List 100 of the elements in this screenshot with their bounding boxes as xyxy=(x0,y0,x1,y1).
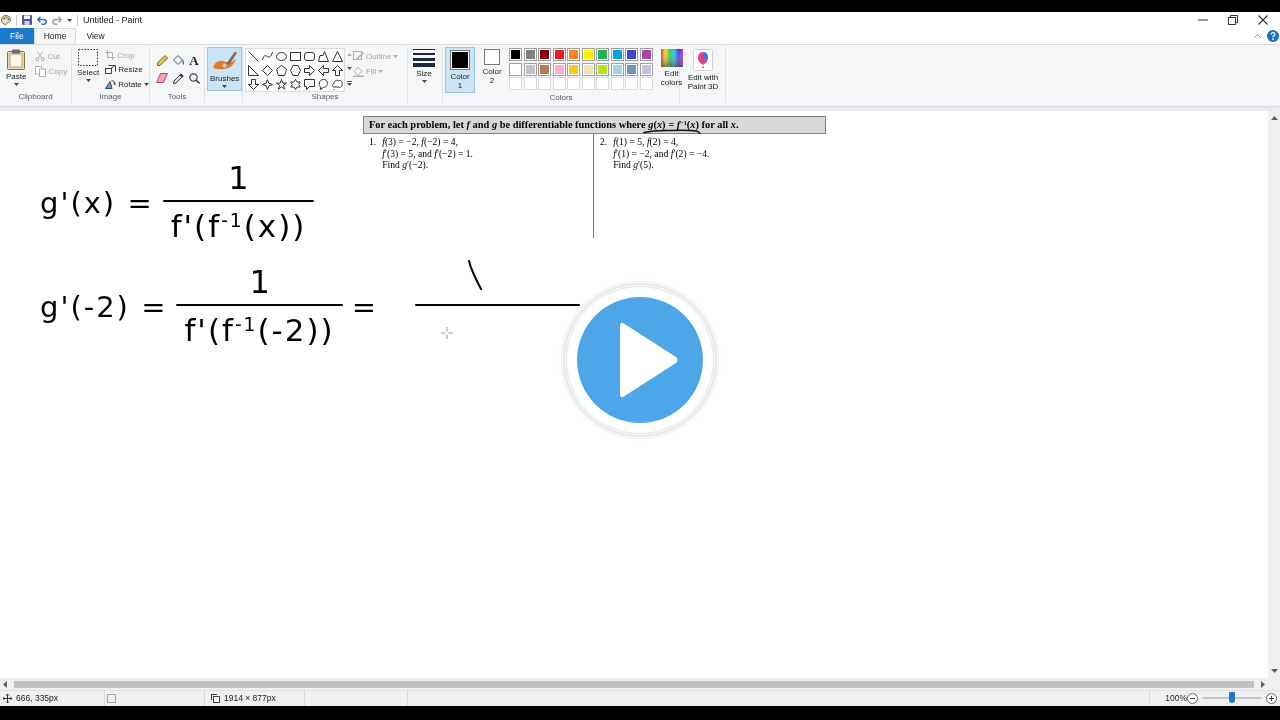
scroll-down-icon[interactable] xyxy=(346,66,352,70)
line-icon[interactable] xyxy=(247,50,259,62)
save-icon[interactable] xyxy=(22,15,32,25)
right-arrow-icon[interactable] xyxy=(303,64,315,76)
restore-icon[interactable] xyxy=(1228,15,1238,25)
color-drop-icon xyxy=(693,49,713,71)
rectangle-callout-icon[interactable] xyxy=(303,78,315,90)
edit-colors-button[interactable]: Edit colors xyxy=(657,49,686,87)
color-swatch-icon[interactable] xyxy=(538,62,551,76)
brushes-button[interactable]: Brushes xyxy=(207,47,243,91)
color-swatch-icon[interactable] xyxy=(552,48,566,61)
handwritten-text: g'(-2) = xyxy=(40,290,168,324)
handwritten-numerator: 1 xyxy=(228,162,249,194)
rotate-icon xyxy=(105,79,117,89)
cloud-callout-icon[interactable] xyxy=(331,78,343,90)
scrollbar-thumb[interactable] xyxy=(14,680,1254,688)
handwritten-denominator: f'(f$^{-1}$(-2)) xyxy=(184,312,335,348)
clipboard-icon xyxy=(7,49,26,70)
problem-text: f′(3) = 5, and f′(−2) = 1. xyxy=(382,147,473,160)
color-swatch-icon[interactable] xyxy=(523,48,537,61)
rectangle-icon[interactable] xyxy=(289,50,301,62)
color-slot-button[interactable]: Color 2 xyxy=(480,49,504,85)
color-swatch-icon[interactable] xyxy=(552,62,566,76)
oval-icon[interactable] xyxy=(275,50,287,62)
caret-icon xyxy=(13,83,19,86)
text-tool-button[interactable]: A xyxy=(189,54,199,66)
caret-icon xyxy=(421,80,427,83)
ribbon-tab[interactable]: Home xyxy=(33,28,77,44)
size-button[interactable]: Size xyxy=(413,49,435,83)
up-arrow-icon[interactable] xyxy=(331,64,343,76)
color-swatch-icon[interactable] xyxy=(610,48,624,61)
five-point-star-icon[interactable] xyxy=(275,78,287,90)
zoom-out-icon[interactable] xyxy=(1187,692,1198,704)
play-button-icon[interactable] xyxy=(565,285,715,435)
diamond-icon[interactable] xyxy=(261,64,273,76)
underline-stroke-icon xyxy=(643,129,701,134)
redo-icon[interactable] xyxy=(52,15,62,25)
color-slot-button[interactable]: Color 1 xyxy=(445,47,475,93)
color-swatch-icon[interactable] xyxy=(581,62,595,76)
rotate-button[interactable]: Rotate xyxy=(105,78,149,90)
handwritten-text: g'(x) = xyxy=(40,186,154,220)
problem-text: Find g′(−2). xyxy=(382,159,429,171)
color-swatch-icon[interactable] xyxy=(509,62,522,76)
oval-callout-icon[interactable] xyxy=(317,78,329,90)
slider-thumb[interactable] xyxy=(1229,692,1235,703)
left-arrow-icon[interactable] xyxy=(317,64,329,76)
color-swatch-icon[interactable] xyxy=(610,62,624,76)
canvas-size-icon xyxy=(211,693,220,703)
eraser-icon[interactable] xyxy=(156,73,168,83)
chevron-up-icon[interactable] xyxy=(1254,34,1261,38)
caret-icon xyxy=(222,85,228,88)
problem-header-text: For each problem, let f and g be differentiable functions where g(x) = f$^{−1}$(x) for all x. xyxy=(369,119,739,130)
paint-palette-icon[interactable] xyxy=(1,15,11,25)
resize-button[interactable]: Resize xyxy=(105,63,143,76)
customize-caret-icon[interactable] xyxy=(67,18,72,22)
right-triangle-icon[interactable] xyxy=(247,64,259,76)
file-menu-tab[interactable]: File xyxy=(0,28,34,44)
scroll-right-icon[interactable] xyxy=(1261,680,1265,688)
color-swatch-icon[interactable] xyxy=(625,62,638,76)
rounded-rectangle-icon[interactable] xyxy=(303,50,315,62)
scroll-up-icon[interactable] xyxy=(1270,116,1278,120)
close-icon[interactable] xyxy=(1258,15,1268,25)
color-swatch-icon[interactable] xyxy=(523,62,537,76)
color-swatch-icon[interactable] xyxy=(596,62,609,76)
scroll-left-icon[interactable] xyxy=(3,680,7,688)
help-icon[interactable] xyxy=(1267,30,1279,42)
crosshair-cursor-icon xyxy=(441,327,453,339)
down-arrow-icon[interactable] xyxy=(247,78,259,90)
pen-stroke-icon xyxy=(466,260,483,290)
window-title: Untitled - Paint xyxy=(83,15,143,25)
polygon-icon[interactable] xyxy=(317,50,329,62)
zoom-in-icon[interactable] xyxy=(1266,692,1277,704)
four-point-star-icon[interactable] xyxy=(261,78,273,90)
canvas-size-text: 1914 × 877px xyxy=(224,693,276,703)
color-picker-icon[interactable] xyxy=(172,72,184,84)
select-button[interactable]: Select xyxy=(77,49,100,82)
pencil-icon[interactable] xyxy=(156,54,168,66)
six-point-star-icon[interactable] xyxy=(289,78,301,90)
color-swatch-icon[interactable] xyxy=(639,62,653,76)
color-swatch-icon[interactable] xyxy=(538,48,551,61)
color-swatch-icon[interactable] xyxy=(639,48,653,61)
undo-icon[interactable] xyxy=(37,15,47,25)
color-swatch-icon[interactable] xyxy=(567,48,580,61)
color-swatch-icon[interactable] xyxy=(509,48,522,61)
color-swatch-icon[interactable] xyxy=(625,48,638,61)
magnifier-icon[interactable] xyxy=(188,72,200,84)
handwritten-text: = xyxy=(351,290,378,324)
triangle-icon[interactable] xyxy=(331,50,343,62)
hexagon-icon[interactable] xyxy=(289,64,301,76)
paste-button[interactable]: Paste xyxy=(6,49,27,86)
curve-icon[interactable] xyxy=(261,50,273,62)
pentagon-icon[interactable] xyxy=(275,64,287,76)
edit-with-paint-3d-button[interactable]: Edit with Paint 3D xyxy=(683,49,723,91)
color-swatch-icon[interactable] xyxy=(581,48,595,61)
color-swatch-icon[interactable] xyxy=(567,62,580,76)
scroll-down-icon[interactable] xyxy=(1270,669,1278,673)
fill-bucket-icon[interactable] xyxy=(172,54,184,66)
color-swatch-icon[interactable] xyxy=(596,48,609,61)
gallery-expand-icon[interactable] xyxy=(346,80,352,86)
outline-pencil-icon xyxy=(353,50,364,62)
